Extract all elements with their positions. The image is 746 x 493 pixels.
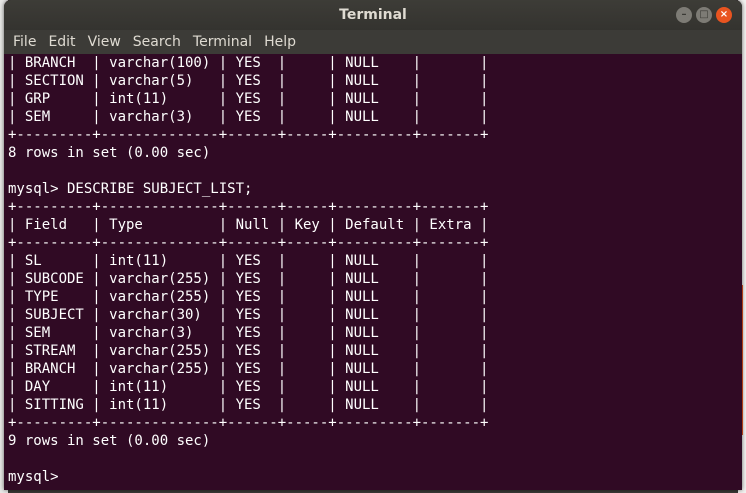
- terminal-line: | BRANCH | varchar(255) | YES | | NULL |…: [8, 361, 489, 377]
- close-button[interactable]: ×: [716, 7, 732, 23]
- terminal-line: +---------+--------------+------+-----+-…: [8, 199, 489, 215]
- terminal-output[interactable]: | BRANCH | varchar(100) | YES | | NULL |…: [4, 54, 738, 490]
- terminal-line: mysql> DESCRIBE SUBJECT_LIST;: [8, 181, 253, 197]
- menu-file[interactable]: File: [12, 30, 43, 54]
- terminal-line: | DAY | int(11) | YES | | NULL | |: [8, 379, 489, 395]
- terminal-line: +---------+--------------+------+-----+-…: [8, 235, 489, 251]
- terminal-line: +---------+--------------+------+-----+-…: [8, 415, 489, 431]
- terminal-line: | SEM | varchar(3) | YES | | NULL | |: [8, 325, 489, 341]
- terminal-line: | SEM | varchar(3) | YES | | NULL | |: [8, 109, 489, 125]
- minimize-button[interactable]: –: [676, 7, 692, 23]
- menu-edit[interactable]: Edit: [47, 30, 82, 54]
- terminal-line: | GRP | int(11) | YES | | NULL | |: [8, 91, 489, 107]
- terminal-line: | SUBCODE | varchar(255) | YES | | NULL …: [8, 271, 489, 287]
- menu-help[interactable]: Help: [263, 30, 303, 54]
- terminal-window: Terminal – □ × File Edit View Search Ter…: [4, 0, 742, 490]
- terminal-line: +---------+--------------+------+-----+-…: [8, 127, 489, 143]
- terminal-line: | SITTING | int(11) | YES | | NULL | |: [8, 397, 489, 413]
- menu-view[interactable]: View: [87, 30, 128, 54]
- terminal-line: | SUBJECT | varchar(30) | YES | | NULL |…: [8, 307, 489, 323]
- terminal-line: | BRANCH | varchar(100) | YES | | NULL |…: [8, 55, 489, 71]
- title-bar[interactable]: Terminal – □ ×: [4, 0, 742, 30]
- terminal-line: | SECTION | varchar(5) | YES | | NULL | …: [8, 73, 489, 89]
- terminal-prompt[interactable]: mysql>: [8, 468, 738, 486]
- window-controls: – □ ×: [676, 7, 732, 23]
- maximize-button[interactable]: □: [696, 7, 712, 23]
- terminal-line: | SL | int(11) | YES | | NULL | |: [8, 253, 489, 269]
- terminal-line: | TYPE | varchar(255) | YES | | NULL | |: [8, 289, 489, 305]
- menu-bar: File Edit View Search Terminal Help: [4, 30, 742, 54]
- window-title: Terminal: [339, 7, 407, 23]
- terminal-line: | STREAM | varchar(255) | YES | | NULL |…: [8, 343, 489, 359]
- terminal-line: 9 rows in set (0.00 sec): [8, 433, 211, 449]
- terminal-line: 8 rows in set (0.00 sec): [8, 145, 211, 161]
- terminal-line: | Field | Type | Null | Key | Default | …: [8, 217, 489, 233]
- menu-terminal[interactable]: Terminal: [192, 30, 259, 54]
- menu-search[interactable]: Search: [132, 30, 188, 54]
